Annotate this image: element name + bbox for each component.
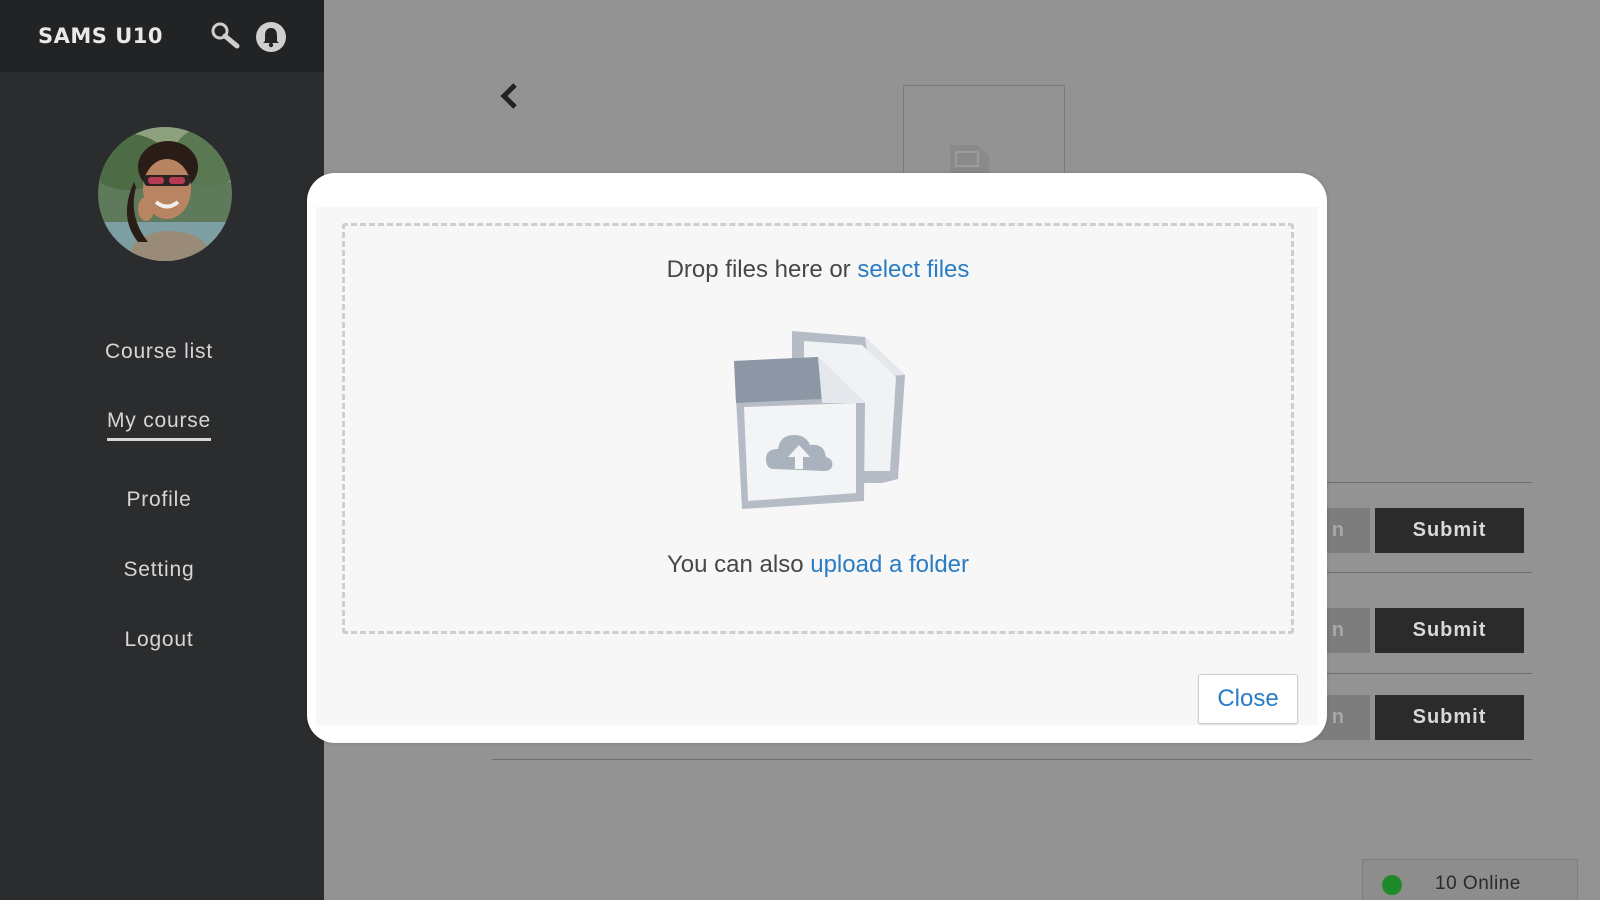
sidebar-item-profile[interactable]: Profile <box>0 488 318 512</box>
drop-instructions: Drop files here or select files <box>345 256 1291 284</box>
upload-folder-link[interactable]: upload a folder <box>810 551 969 578</box>
upload-modal-body: Drop files here or select files You can … <box>316 207 1318 725</box>
app-brand: SAMS U10 <box>38 24 163 48</box>
submit-button[interactable]: Submit <box>1375 695 1524 740</box>
online-dot-icon <box>1382 875 1402 895</box>
sidebar-item-label: My course <box>106 409 212 441</box>
sidebar-item-setting[interactable]: Setting <box>0 558 318 582</box>
sidebar-header: SAMS U10 <box>0 0 324 72</box>
select-files-link[interactable]: select files <box>857 256 969 283</box>
sidebar: SAMS U10 Course list My course Profile S… <box>0 0 324 900</box>
online-count: 10 Online <box>1435 873 1521 894</box>
sidebar-item-logout[interactable]: Logout <box>0 628 318 652</box>
sidebar-item-label: Course list <box>105 340 213 363</box>
sidebar-item-label: Profile <box>126 488 192 511</box>
folder-instructions: You can also upload a folder <box>345 551 1291 579</box>
bell-icon[interactable] <box>254 20 288 54</box>
sidebar-item-my-course[interactable]: My course <box>0 409 318 441</box>
upload-modal: Drop files here or select files You can … <box>307 173 1327 743</box>
file-dropzone[interactable]: Drop files here or select files You can … <box>342 223 1294 634</box>
sidebar-item-label: Logout <box>124 628 194 651</box>
chevron-left-icon[interactable] <box>496 80 522 117</box>
submit-button[interactable]: Submit <box>1375 508 1524 553</box>
online-status[interactable]: 10 Online <box>1362 859 1578 900</box>
sidebar-item-course-list[interactable]: Course list <box>0 340 318 364</box>
sidebar-item-label: Setting <box>123 558 195 581</box>
folder-prefix-text: You can also <box>666 551 811 578</box>
submit-button[interactable]: Submit <box>1375 608 1524 653</box>
search-icon[interactable] <box>208 20 242 54</box>
user-avatar[interactable] <box>98 127 232 261</box>
close-button[interactable]: Close <box>1198 674 1298 724</box>
drop-prefix-text: Drop files here or <box>666 256 858 283</box>
divider <box>492 759 1532 760</box>
cloud-upload-files-icon <box>730 323 910 518</box>
